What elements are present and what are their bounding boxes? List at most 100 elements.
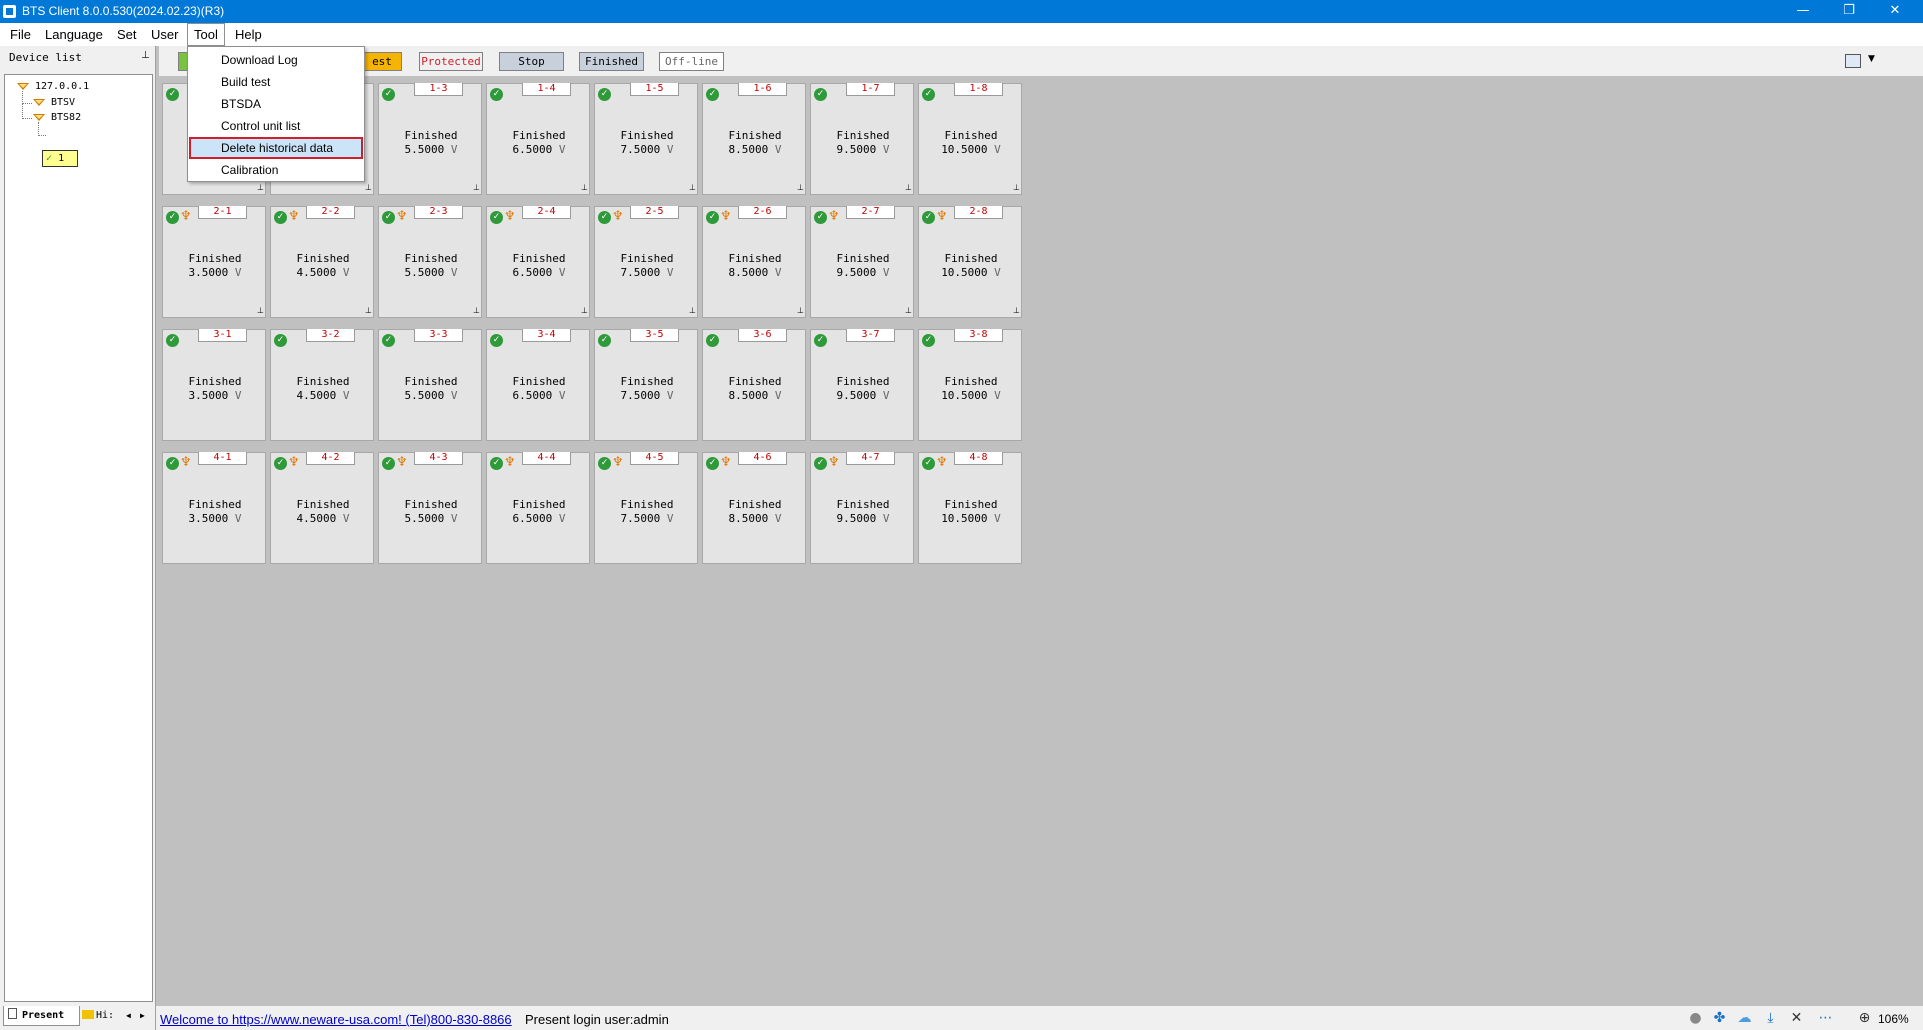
tree-node-unit[interactable]: ✓ 1	[42, 150, 78, 167]
close-button[interactable]: ✕	[1872, 0, 1918, 23]
channel-status: Finished	[836, 129, 890, 142]
zoom-icon[interactable]: ⊕	[1856, 1010, 1873, 1026]
cloud-icon[interactable]: ☁	[1736, 1010, 1753, 1026]
channel-cell[interactable]: 2-3 ✓ ♆ Finished 5.5000 V ⊥	[378, 206, 482, 318]
voltage-value: 7.5000	[620, 512, 661, 525]
channel-cell[interactable]: 1-8 ✓ Finished 10.5000 V ⊥	[918, 83, 1022, 195]
channel-cell[interactable]: 3-7 ✓ Finished 9.5000 V	[810, 329, 914, 441]
tab-next-button[interactable]: ▶	[140, 1006, 145, 1026]
voltage-value: 6.5000	[512, 143, 553, 156]
welcome-link[interactable]: Welcome to https://www.neware-usa.com! (…	[160, 1012, 512, 1027]
channel-cell[interactable]: 4-5 ✓ ♆ Finished 7.5000 V	[594, 452, 698, 564]
voltage-value: 3.5000	[188, 389, 229, 402]
channel-cell[interactable]: 1-4 ✓ Finished 6.5000 V ⊥	[486, 83, 590, 195]
tree-node-btsv[interactable]: BTSV	[33, 97, 75, 108]
channel-cell[interactable]: 2-5 ✓ ♆ Finished 7.5000 V ⊥	[594, 206, 698, 318]
check-icon: ✓	[922, 211, 935, 224]
channel-id: 4-2	[306, 452, 355, 465]
channel-cell[interactable]: 3-5 ✓ Finished 7.5000 V	[594, 329, 698, 441]
app-icon	[3, 5, 16, 18]
channel-cell[interactable]: 3-8 ✓ Finished 10.5000 V	[918, 329, 1022, 441]
channel-cell[interactable]: 2-8 ✓ ♆ Finished 10.5000 V ⊥	[918, 206, 1022, 318]
chat-icon[interactable]: ●	[1687, 1010, 1704, 1026]
voltage-unit: V	[450, 143, 458, 156]
voltage-unit: V	[882, 143, 890, 156]
voltage-unit: V	[450, 389, 458, 402]
pin-icon[interactable]: ⊥	[141, 50, 150, 61]
channel-cell[interactable]: 4-7 ✓ ♆ Finished 9.5000 V	[810, 452, 914, 564]
channel-cell[interactable]: 3-1 ✓ Finished 3.5000 V	[162, 329, 266, 441]
download-icon[interactable]: ⤓	[1762, 1010, 1779, 1026]
channel-cell[interactable]: 3-4 ✓ Finished 6.5000 V	[486, 329, 590, 441]
channel-cell[interactable]: 2-1 ✓ ♆ Finished 3.5000 V ⊥	[162, 206, 266, 318]
voltage-value: 4.5000	[296, 389, 337, 402]
voltage-value: 10.5000	[941, 512, 988, 525]
view-toggle-icon[interactable]	[1845, 54, 1861, 68]
channel-voltage: 5.5000 V	[379, 266, 483, 279]
zoom-level: 106%	[1878, 1012, 1909, 1026]
channel-status: Finished	[188, 498, 242, 511]
channel-cell[interactable]: 3-2 ✓ Finished 4.5000 V	[270, 329, 374, 441]
menu-item-calibration[interactable]: Calibration	[189, 159, 363, 181]
voltage-unit: V	[558, 143, 566, 156]
channel-cell[interactable]: 4-6 ✓ ♆ Finished 8.5000 V	[702, 452, 806, 564]
menu-item-download-log[interactable]: Download Log	[189, 49, 363, 71]
voltage-unit: V	[882, 389, 890, 402]
menu-item-btsda[interactable]: BTSDA	[189, 93, 363, 115]
voltage-value: 6.5000	[512, 266, 553, 279]
more-icon[interactable]: ⋯	[1817, 1010, 1834, 1026]
pin-icon: ⊥	[581, 183, 588, 192]
tab-history[interactable]: Hi:	[82, 1006, 122, 1026]
channel-id: 2-1	[198, 206, 247, 219]
channel-status: Finished	[512, 498, 566, 511]
voltage-value: 6.5000	[512, 389, 553, 402]
channel-cell[interactable]: 1-5 ✓ Finished 7.5000 V ⊥	[594, 83, 698, 195]
menu-item-delete-historical-data[interactable]: Delete historical data	[189, 137, 363, 159]
channel-cell[interactable]: 4-4 ✓ ♆ Finished 6.5000 V	[486, 452, 590, 564]
tab-prev-button[interactable]: ◀	[126, 1006, 131, 1026]
menu-user[interactable]: User	[145, 23, 184, 46]
channel-id: 2-7	[846, 206, 895, 219]
channel-voltage: 10.5000 V	[919, 143, 1023, 156]
channel-cell[interactable]: 4-8 ✓ ♆ Finished 10.5000 V	[918, 452, 1022, 564]
voltage-value: 9.5000	[836, 266, 877, 279]
chevron-down-icon[interactable]: ▼	[1868, 54, 1875, 64]
menu-tool[interactable]: Tool	[187, 23, 225, 46]
pin-icon: ⊥	[473, 306, 480, 315]
minimize-button[interactable]: —	[1780, 0, 1826, 23]
channel-cell[interactable]: 4-1 ✓ ♆ Finished 3.5000 V	[162, 452, 266, 564]
check-icon: ✓	[922, 334, 935, 347]
channel-voltage: 10.5000 V	[919, 512, 1023, 525]
channel-cell[interactable]: 2-6 ✓ ♆ Finished 8.5000 V ⊥	[702, 206, 806, 318]
channel-voltage: 7.5000 V	[595, 389, 699, 402]
menu-set[interactable]: Set	[111, 23, 143, 46]
channel-cell[interactable]: 3-6 ✓ Finished 8.5000 V	[702, 329, 806, 441]
mute-icon[interactable]: ✕	[1788, 1010, 1805, 1026]
check-icon: ✓	[922, 457, 935, 470]
channel-cell[interactable]: 4-2 ✓ ♆ Finished 4.5000 V	[270, 452, 374, 564]
channel-cell[interactable]: 2-2 ✓ ♆ Finished 4.5000 V ⊥	[270, 206, 374, 318]
pin-icon: ⊥	[365, 183, 372, 192]
channel-cell[interactable]: 3-3 ✓ Finished 5.5000 V	[378, 329, 482, 441]
menu-file[interactable]: File	[4, 23, 37, 46]
channel-cell[interactable]: 1-7 ✓ Finished 9.5000 V ⊥	[810, 83, 914, 195]
channel-cell[interactable]: 2-7 ✓ ♆ Finished 9.5000 V ⊥	[810, 206, 914, 318]
menu-help[interactable]: Help	[229, 23, 268, 46]
channel-cell[interactable]: 1-3 ✓ Finished 5.5000 V ⊥	[378, 83, 482, 195]
tab-present[interactable]: Present	[3, 1006, 80, 1026]
channel-voltage: 5.5000 V	[379, 389, 483, 402]
voltage-unit: V	[994, 389, 1001, 402]
menu-item-build-test[interactable]: Build test	[189, 71, 363, 93]
plug-icon: ♆	[936, 455, 948, 470]
channel-cell[interactable]: 2-4 ✓ ♆ Finished 6.5000 V ⊥	[486, 206, 590, 318]
tree-connector	[38, 122, 46, 136]
fan-icon[interactable]: ✤	[1711, 1010, 1728, 1026]
plug-icon: ♆	[828, 209, 840, 224]
menu-language[interactable]: Language	[39, 23, 109, 46]
channel-cell[interactable]: 4-3 ✓ ♆ Finished 5.5000 V	[378, 452, 482, 564]
channel-id: 4-6	[738, 452, 787, 465]
restore-button[interactable]: ❐	[1826, 0, 1872, 23]
menu-item-control-unit-list[interactable]: Control unit list	[189, 115, 363, 137]
channel-cell[interactable]: 1-6 ✓ Finished 8.5000 V ⊥	[702, 83, 806, 195]
voltage-unit: V	[558, 389, 566, 402]
